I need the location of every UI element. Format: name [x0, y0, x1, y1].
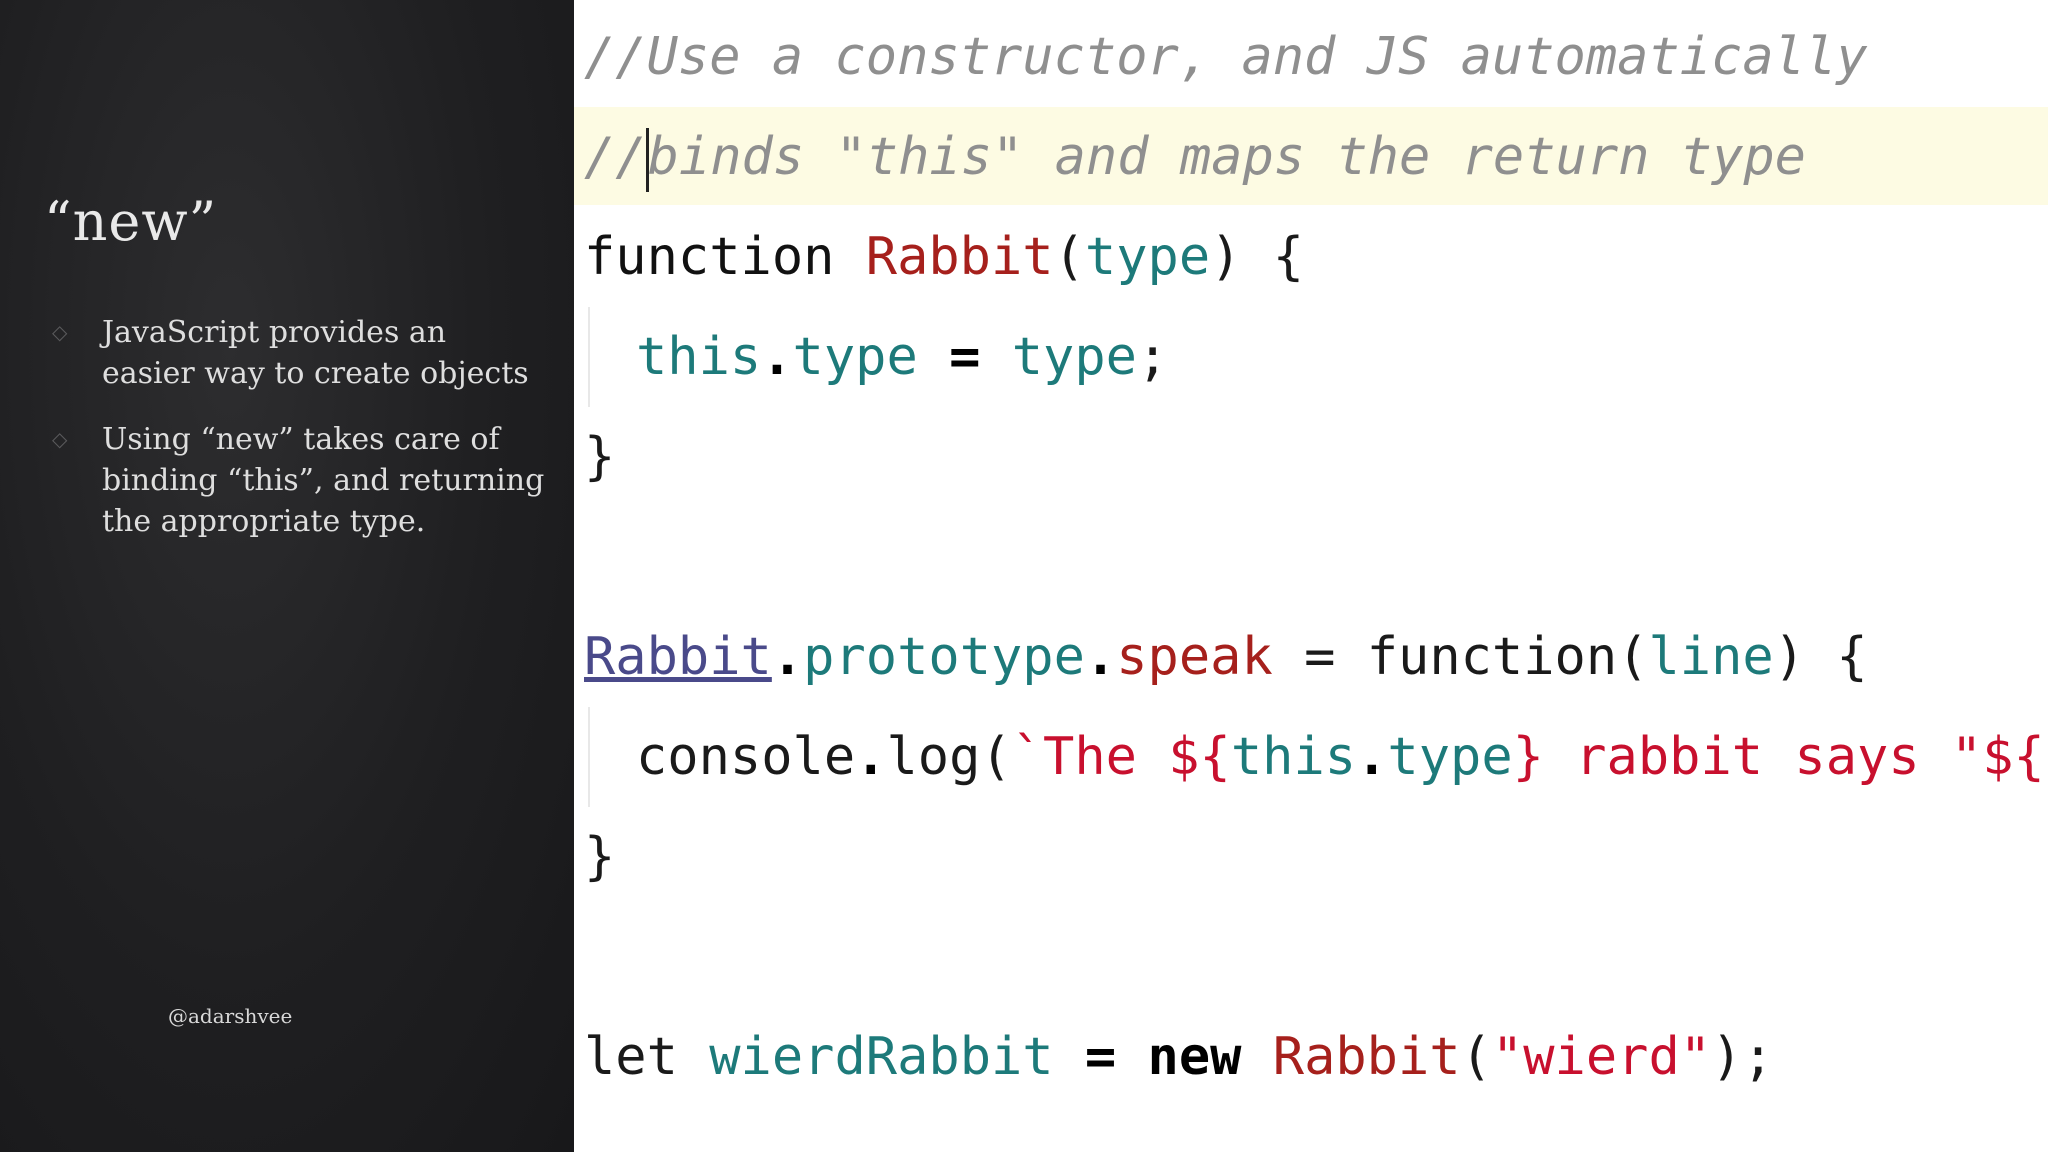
this-keyword: this — [1230, 727, 1357, 787]
keyword-function: function — [584, 227, 866, 287]
bullet-text: Using “new” takes care of binding “this”… — [102, 422, 545, 539]
bullet-list: ◇ JavaScript provides an easier way to c… — [48, 312, 548, 567]
keyword-new: new — [1147, 1027, 1242, 1087]
diamond-bullet-icon: ◇ — [52, 427, 68, 451]
value: type — [1011, 327, 1137, 387]
semicolon: ; — [1136, 327, 1169, 387]
paren-semicolon: ); — [1711, 1027, 1774, 1087]
bullet-item: ◇ Using “new” takes care of binding “thi… — [48, 419, 548, 542]
code-line-4: this.type = type; — [636, 307, 1168, 407]
dot: . — [855, 727, 887, 787]
dot: . — [761, 327, 793, 387]
comment-text: binds "this" and maps the return type — [647, 127, 1806, 187]
code-line-3: function Rabbit(type) { — [584, 207, 1304, 307]
indent-guide — [588, 707, 590, 807]
function-name: Rabbit — [1272, 1027, 1461, 1087]
paren: ( — [1053, 227, 1085, 287]
code-line-5: } — [584, 427, 616, 487]
code-line-9: let wierdRabbit = new Rabbit("wierd"); — [584, 1007, 1774, 1107]
object-reference[interactable]: Rabbit — [584, 627, 772, 687]
string-literal: "wierd" — [1491, 1027, 1712, 1087]
assign-op: = — [917, 327, 1012, 387]
code-editor[interactable]: //Use a constructor, and JS automaticall… — [574, 0, 2048, 1152]
param-name: type — [1084, 227, 1211, 287]
code-line-2: //binds "this" and maps the return type — [584, 107, 1806, 207]
function-name: Rabbit — [865, 227, 1054, 287]
property: type — [792, 327, 918, 387]
dot: . — [1356, 727, 1388, 787]
slide-title: “new” — [44, 190, 218, 253]
paren: ( — [980, 727, 1012, 787]
log-method: log — [886, 727, 981, 787]
slide-sidebar: “new” ◇ JavaScript provides an easier wa… — [0, 0, 574, 1152]
dot: . — [771, 627, 804, 687]
bullet-item: ◇ JavaScript provides an easier way to c… — [48, 312, 548, 394]
diamond-bullet-icon: ◇ — [52, 320, 68, 344]
paren-brace: ) { — [1210, 227, 1305, 287]
method-name: speak — [1116, 627, 1273, 687]
this-keyword: this — [636, 327, 762, 387]
paren: ( — [1460, 1027, 1492, 1087]
code-line-1: //Use a constructor, and JS automaticall… — [584, 27, 1868, 87]
code-line-7: console.log(`The ${this.type} rabbit say… — [636, 707, 2048, 807]
comment-slashes: // — [584, 127, 647, 187]
keyword-let: let — [584, 1027, 710, 1087]
param-name: line — [1648, 627, 1774, 687]
template-string: `The ${ — [1011, 727, 1231, 787]
variable-name: wierdRabbit — [709, 1027, 1054, 1087]
indent-guide — [588, 307, 590, 407]
dot: . — [1084, 627, 1117, 687]
paren-brace: ) { — [1773, 627, 1868, 687]
template-string: } rabbit says "${ — [1512, 727, 2045, 787]
assign-op: = — [1053, 1027, 1148, 1087]
bullet-text: JavaScript provides an easier way to cre… — [102, 315, 529, 391]
prototype-prop: prototype — [803, 627, 1085, 687]
console-obj: console — [636, 727, 856, 787]
function-expr: = function( — [1272, 627, 1649, 687]
code-line-8: } — [584, 827, 616, 887]
author-handle: @adarshvee — [168, 1004, 293, 1028]
property: type — [1387, 727, 1513, 787]
code-line-6: Rabbit.prototype.speak = function(line) … — [584, 607, 1868, 707]
